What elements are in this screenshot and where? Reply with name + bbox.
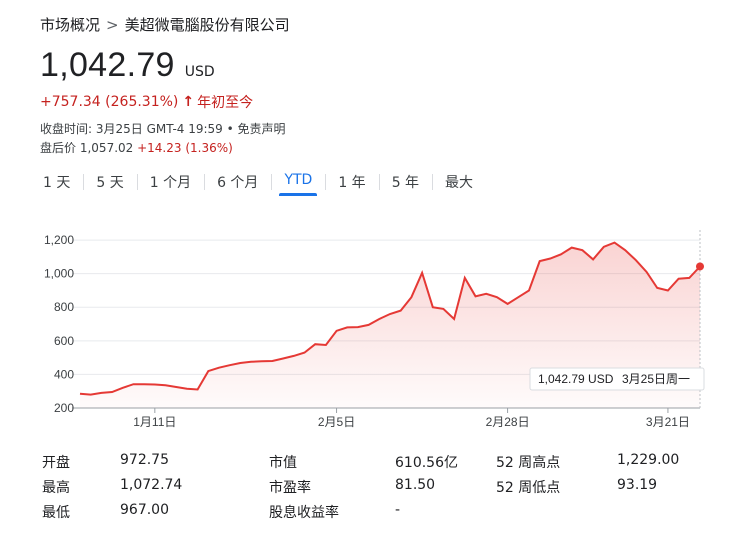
stat-52w-high-label: 52 周高点	[496, 455, 561, 471]
tab-5d[interactable]: 5 天	[83, 170, 136, 192]
tab-1m[interactable]: 1 个月	[136, 170, 204, 192]
x-tick-label: 2月28日	[486, 415, 530, 429]
x-tick-label: 1月11日	[133, 415, 176, 429]
after-hours-row: 盘后价 1,057.02 +14.23 (1.36%)	[40, 139, 233, 156]
stat-52w-low-value: 93.19	[617, 477, 658, 493]
chart-tooltip: 1,042.79 USD 3月25日周一	[529, 367, 705, 391]
tooltip-price: 1,042.79 USD	[538, 372, 614, 386]
y-tick-label: 1,000	[44, 267, 74, 281]
stat-low-label: 最低	[42, 505, 70, 521]
stat-52w-high-value: 1,229.00	[617, 452, 680, 468]
stat-market-cap-label: 市值	[269, 455, 297, 471]
stat-52w-low-label: 52 周低点	[496, 480, 561, 496]
tab-max[interactable]: 最大	[432, 170, 486, 192]
after-hours-price: 1,057.02	[79, 141, 134, 155]
stat-dividend-label: 股息收益率	[269, 505, 339, 521]
disclaimer-link[interactable]: 免责声明	[238, 122, 286, 136]
close-time-row: 收盘时间: 3月25日 GMT-4 19:59 • 免责声明	[40, 122, 286, 136]
current-price: 1,042.79	[40, 46, 175, 84]
change-period: 年初至今	[197, 95, 254, 111]
tab-1d[interactable]: 1 天	[30, 170, 83, 192]
tooltip-date: 3月25日周一	[622, 372, 690, 386]
after-hours-change: +14.23 (1.36%)	[137, 141, 233, 155]
arrow-up-icon: ↑	[182, 94, 195, 110]
breadcrumb: 市场概况 > 美超微電腦股份有限公司	[40, 14, 290, 35]
price-chart[interactable]: 1,200 1,000 800 600 400 200 1月11日 2月5日 2月28日 3月2…	[0, 222, 750, 437]
price-change: +757.34 (265.31%)	[40, 94, 179, 110]
stat-low-value: 967.00	[120, 502, 169, 518]
tab-ytd[interactable]: YTD	[271, 170, 325, 196]
range-tabs: 1 天 5 天 1 个月 6 个月 YTD 1 年 5 年 最大	[30, 170, 486, 196]
currency-label: USD	[184, 64, 215, 80]
current-point-marker	[696, 262, 704, 271]
tab-5y[interactable]: 5 年	[378, 170, 432, 192]
stat-pe-label: 市盈率	[269, 480, 311, 496]
price-change-row: +757.34 (265.31%) ↑ 年初至今	[40, 92, 253, 112]
tab-6m[interactable]: 6 个月	[204, 170, 271, 192]
after-hours-label: 盘后价	[40, 141, 77, 155]
y-tick-label: 600	[54, 334, 74, 348]
y-tick-label: 800	[54, 300, 74, 314]
x-tick-label: 2月5日	[318, 415, 355, 429]
y-tick-label: 200	[54, 401, 74, 415]
y-tick-label: 1,200	[44, 233, 74, 247]
breadcrumb-separator: >	[106, 16, 119, 34]
tab-1y[interactable]: 1 年	[325, 170, 378, 192]
stat-market-cap-value: 610.56亿	[395, 455, 458, 471]
breadcrumb-root-link[interactable]: 市场概况	[40, 16, 100, 34]
breadcrumb-company: 美超微電腦股份有限公司	[124, 16, 290, 34]
price-row: 1,042.79 USD	[40, 46, 215, 85]
x-tick-label: 3月21日	[646, 415, 690, 429]
y-tick-label: 400	[54, 367, 74, 381]
stat-pe-value: 81.50	[395, 477, 436, 493]
stat-high-label: 最高	[42, 480, 70, 496]
stat-dividend-value: -	[395, 502, 401, 518]
stat-open-label: 开盘	[42, 455, 70, 471]
stat-high-value: 1,072.74	[120, 477, 183, 493]
stat-open-value: 972.75	[120, 452, 169, 468]
close-time: 收盘时间: 3月25日 GMT-4 19:59	[40, 122, 223, 136]
